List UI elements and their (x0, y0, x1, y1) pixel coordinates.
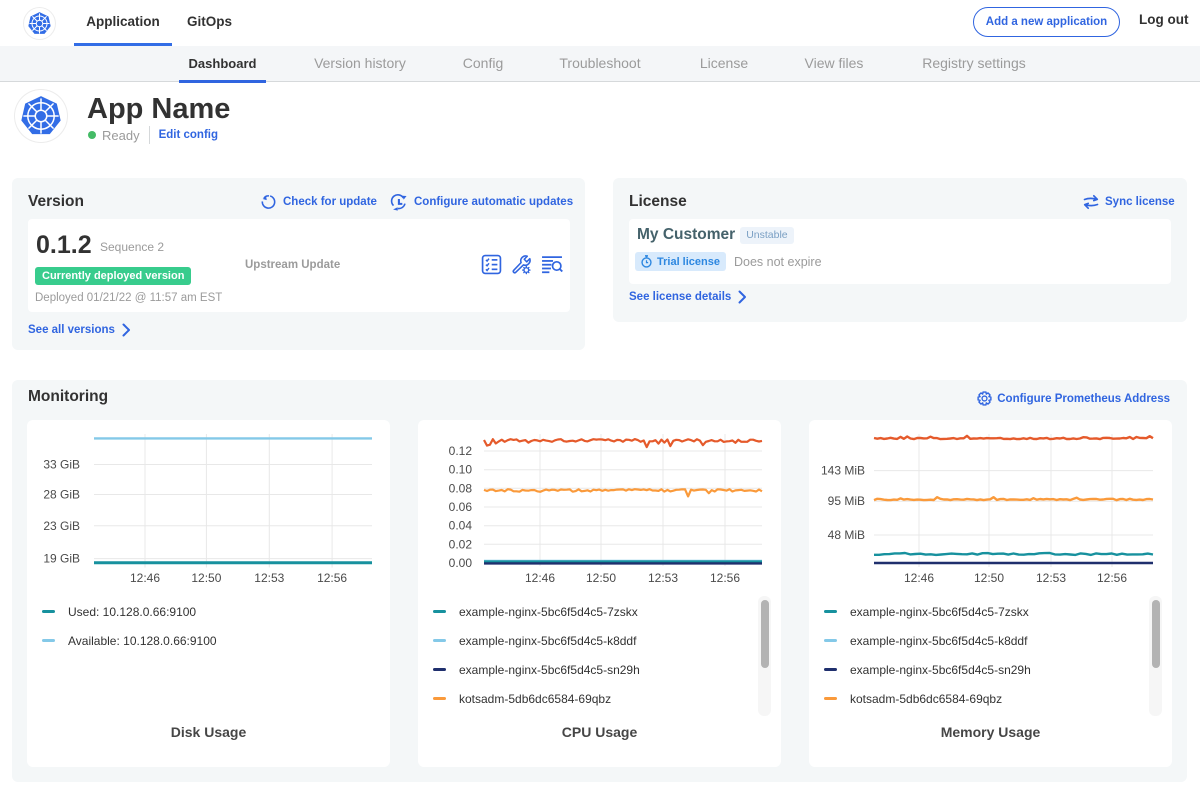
svg-text:12:46: 12:46 (904, 571, 934, 585)
svg-text:0.12: 0.12 (449, 444, 473, 458)
svg-text:12:56: 12:56 (710, 571, 740, 585)
svg-text:12:56: 12:56 (317, 571, 347, 585)
svg-text:143 MiB: 143 MiB (821, 464, 865, 478)
svg-text:12:50: 12:50 (974, 571, 1004, 585)
svg-text:12:53: 12:53 (648, 571, 678, 585)
svg-text:12:46: 12:46 (130, 571, 160, 585)
svg-text:48 MiB: 48 MiB (828, 528, 865, 542)
svg-text:23 GiB: 23 GiB (43, 519, 80, 533)
svg-text:19 GiB: 19 GiB (43, 552, 80, 566)
svg-text:0.00: 0.00 (449, 556, 473, 570)
svg-text:0.10: 0.10 (449, 463, 473, 477)
svg-text:95 MiB: 95 MiB (828, 494, 865, 508)
svg-text:0.06: 0.06 (449, 500, 473, 514)
svg-text:28 GiB: 28 GiB (43, 488, 80, 502)
svg-text:0.02: 0.02 (449, 537, 473, 551)
svg-text:12:50: 12:50 (586, 571, 616, 585)
svg-text:12:53: 12:53 (254, 571, 284, 585)
svg-text:0.04: 0.04 (449, 519, 473, 533)
svg-text:12:46: 12:46 (525, 571, 555, 585)
svg-text:12:53: 12:53 (1036, 571, 1066, 585)
svg-text:12:50: 12:50 (191, 571, 221, 585)
svg-text:33 GiB: 33 GiB (43, 458, 80, 472)
svg-text:12:56: 12:56 (1097, 571, 1127, 585)
svg-text:0.08: 0.08 (449, 481, 473, 495)
